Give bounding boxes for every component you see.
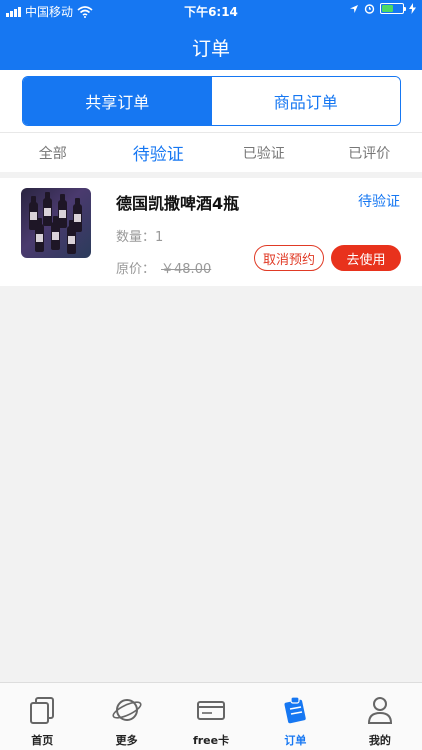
original-price: 原价： ￥48.00: [116, 258, 211, 277]
alarm-icon: [364, 4, 375, 14]
card-icon: [197, 701, 226, 720]
product-name: 德国凯撒啤酒4瓶: [116, 194, 240, 213]
tab-mine-label: 我的: [368, 734, 391, 747]
page-title: 订单: [191, 38, 230, 60]
tab-free-card-label: free卡: [192, 734, 230, 747]
status-bar: 中国移动 下午6:14: [0, 0, 422, 22]
use-button[interactable]: 去使用: [331, 245, 401, 271]
tab-verified[interactable]: 已验证: [211, 133, 317, 172]
tab-pending-verification[interactable]: 待验证: [106, 133, 212, 172]
tab-more-label: 更多: [115, 734, 138, 747]
segment-shared-orders[interactable]: 共享订单: [23, 77, 212, 125]
tab-reviewed[interactable]: 已评价: [317, 133, 422, 172]
bottom-tab-bar: 首页 更多 free卡 订单 我的: [0, 682, 422, 750]
price-label: 原价：: [116, 262, 156, 277]
cancel-reservation-button[interactable]: 取消预约: [254, 245, 324, 271]
product-thumbnail: [21, 188, 91, 258]
charging-icon: [409, 3, 416, 14]
tab-more[interactable]: 更多: [84, 683, 168, 750]
tab-all[interactable]: 全部: [0, 133, 106, 172]
tab-home[interactable]: 首页: [0, 683, 84, 750]
price-value: ￥48.00: [161, 262, 212, 277]
status-filter-tabs: 全部 待验证 已验证 已评价: [0, 132, 422, 172]
order-status: 待验证: [358, 194, 400, 210]
quantity: 数量：1: [116, 226, 163, 245]
quantity-label: 数量：: [116, 230, 156, 245]
home-icon: [30, 697, 55, 724]
tab-free-card[interactable]: free卡: [169, 683, 253, 750]
location-icon: [350, 4, 358, 13]
tab-home-label: 首页: [31, 734, 54, 747]
planet-icon: [112, 699, 142, 721]
quantity-value: 1: [155, 230, 164, 245]
battery-icon: [380, 3, 406, 14]
tab-orders-label: 订单: [284, 734, 307, 747]
tab-orders[interactable]: 订单: [253, 683, 337, 750]
user-icon: [367, 697, 392, 724]
order-icon: [284, 696, 307, 724]
segment-goods-orders[interactable]: 商品订单: [211, 77, 400, 125]
order-type-switch: 共享订单 商品订单: [0, 70, 422, 132]
tab-mine[interactable]: 我的: [338, 683, 422, 750]
order-card[interactable]: 德国凯撒啤酒4瓶 待验证 数量：1 原价： ￥48.00 取消预约 去使用: [0, 178, 422, 286]
header: 中国移动 下午6:14 订单: [0, 0, 422, 70]
